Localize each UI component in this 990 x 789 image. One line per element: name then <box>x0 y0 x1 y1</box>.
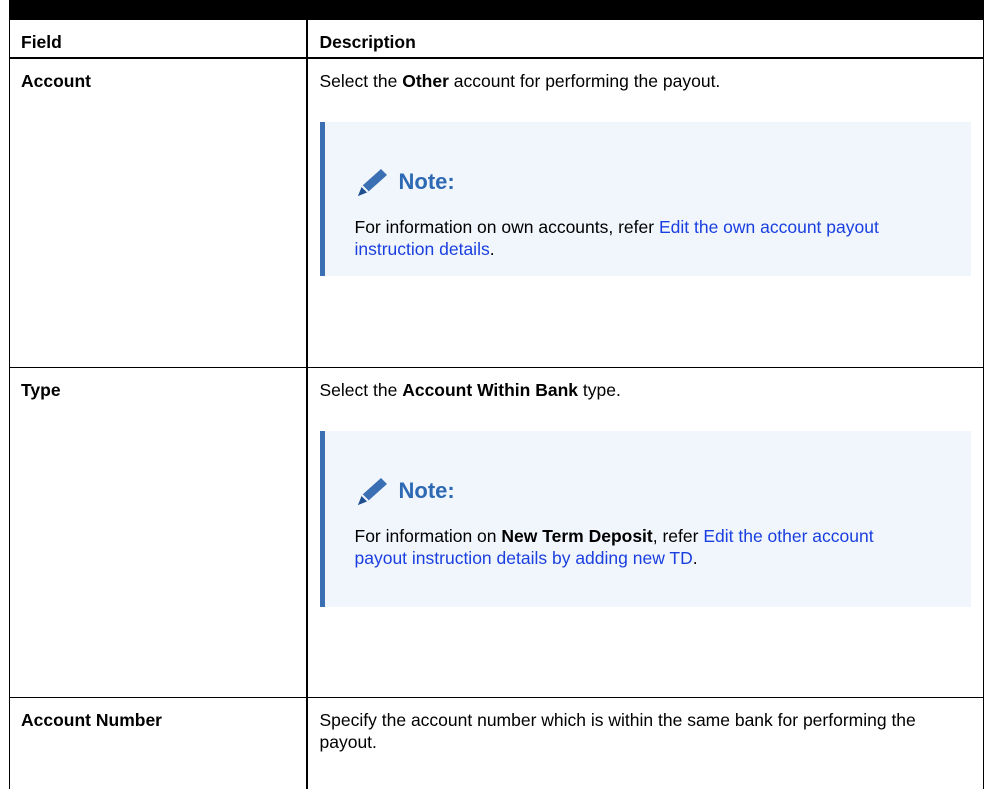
table-row: Account Number Specify the account numbe… <box>10 698 984 789</box>
table-row: Account Select the Other account for per… <box>10 58 984 368</box>
pencil-icon <box>353 475 389 507</box>
field-description: Specify the account number which is with… <box>307 698 984 789</box>
table-top-rule <box>9 0 984 20</box>
note-box: Note: For information on own accounts, r… <box>320 122 972 276</box>
field-name: Type <box>10 368 307 698</box>
field-name: Account Number <box>10 698 307 789</box>
description-text: Select the Account Within Bank type. <box>320 379 972 401</box>
note-header: Note: <box>353 475 954 507</box>
field-description: Select the Other account for performing … <box>307 58 984 368</box>
table-row: Type Select the Account Within Bank type… <box>10 368 984 698</box>
header-description: Description <box>307 20 984 58</box>
header-field: Field <box>10 20 307 58</box>
field-description: Select the Account Within Bank type. Not… <box>307 368 984 698</box>
description-text: Select the Other account for performing … <box>320 70 972 92</box>
table-header-row: Field Description <box>10 20 984 58</box>
note-header: Note: <box>353 166 954 198</box>
note-text: For information on New Term Deposit, ref… <box>353 525 915 569</box>
field-name: Account <box>10 58 307 368</box>
description-text: Specify the account number which is with… <box>320 709 972 753</box>
note-box: Note: For information on New Term Deposi… <box>320 431 972 607</box>
field-description-table: Field Description Account Select the Oth… <box>9 20 984 789</box>
note-title: Note: <box>399 169 455 195</box>
note-title: Note: <box>399 478 455 504</box>
pencil-icon <box>353 166 389 198</box>
note-text: For information on own accounts, refer E… <box>353 216 954 260</box>
